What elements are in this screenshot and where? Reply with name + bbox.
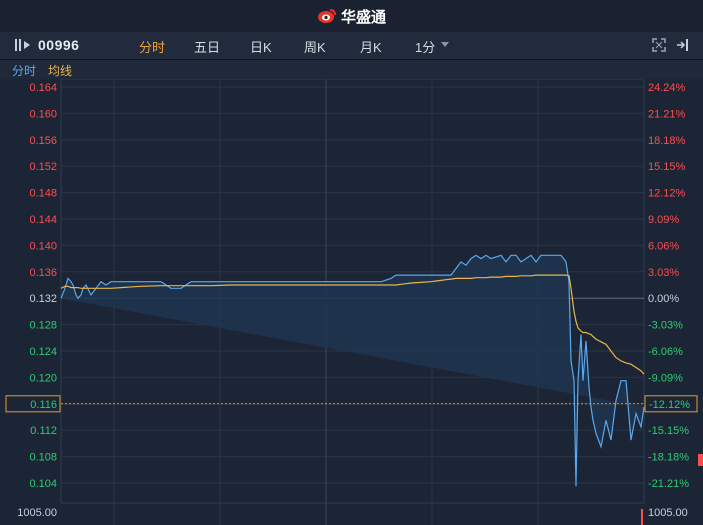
price-tick-label: 0.148 (29, 188, 57, 200)
percent-tick-label: 24.24% (648, 82, 686, 94)
volume-right-label: 1005.00 (648, 507, 688, 519)
price-tick-label: 0.136 (29, 267, 57, 279)
price-tick-label: 0.112 (30, 425, 57, 437)
chevron-down-icon[interactable] (441, 42, 449, 47)
legend-average: 均线 (48, 64, 73, 78)
percent-tick-label: 3.03% (648, 267, 679, 279)
legend-price: 分时 (12, 64, 37, 78)
price-tick-label: 0.120 (29, 372, 57, 384)
price-tick-label: 0.124 (29, 346, 57, 358)
back-arrow-icon[interactable] (14, 38, 32, 52)
percent-tick-label: 18.18% (648, 135, 686, 147)
price-tick-label: 0.108 (29, 452, 57, 464)
percent-tick-label: 9.09% (648, 214, 679, 226)
percent-tick-label: 12.12% (648, 188, 686, 200)
price-tick-label: 0.144 (29, 214, 57, 226)
volume-left-label: 1005.00 (17, 507, 57, 519)
cursor-price-label: 0.116 (30, 399, 57, 411)
edge-marker (698, 454, 703, 466)
price-tick-label: 0.152 (29, 161, 57, 173)
tab-weekly-k[interactable]: 周K (304, 37, 326, 56)
price-tick-label: 0.104 (29, 478, 57, 490)
weibo-eye-logo-icon (317, 9, 336, 23)
tab-minute-select[interactable]: 1分 (415, 37, 435, 56)
price-tick-label: 0.128 (29, 320, 57, 332)
tab-five-day[interactable]: 五日 (194, 37, 220, 56)
percent-tick-label: -21.21% (648, 478, 689, 490)
percent-tick-label: 15.15% (648, 161, 686, 173)
cursor-pct-label: -12.12% (649, 399, 690, 411)
percent-tick-label: -6.06% (648, 346, 683, 358)
fullscreen-icon[interactable] (652, 38, 666, 52)
percent-tick-label: 0.00% (648, 293, 679, 305)
price-tick-label: 0.160 (29, 108, 57, 120)
percent-tick-label: 6.06% (648, 240, 679, 252)
exit-panel-icon[interactable] (675, 38, 689, 52)
volume-bar (641, 509, 643, 525)
stock-code: 00996 (38, 37, 80, 53)
price-tick-label: 0.132 (29, 293, 57, 305)
app-header: 华盛通 (0, 0, 703, 33)
percent-tick-label: -15.15% (648, 425, 689, 437)
period-toolbar: 00996 分时 五日 日K 周K 月K 1分 (0, 32, 703, 60)
line-legend: 分时 均线 (0, 60, 703, 80)
price-tick-label: 0.164 (29, 82, 57, 94)
brand: 华盛通 (317, 6, 386, 27)
percent-tick-label: -18.18% (648, 452, 689, 464)
price-tick-label: 0.140 (29, 240, 57, 252)
tab-intraday[interactable]: 分时 (139, 37, 165, 56)
intraday-chart[interactable]: 0.164 0.160 0.156 0.152 0.148 0.144 0.140 0.136… (0, 79, 703, 525)
percent-tick-label: 21.21% (648, 108, 686, 120)
percent-tick-label: -9.09% (648, 372, 683, 384)
brand-name: 华盛通 (340, 8, 386, 26)
tab-daily-k[interactable]: 日K (250, 37, 272, 56)
price-tick-label: 0.156 (29, 135, 57, 147)
tab-monthly-k[interactable]: 月K (360, 37, 382, 56)
percent-tick-label: -3.03% (648, 320, 683, 332)
